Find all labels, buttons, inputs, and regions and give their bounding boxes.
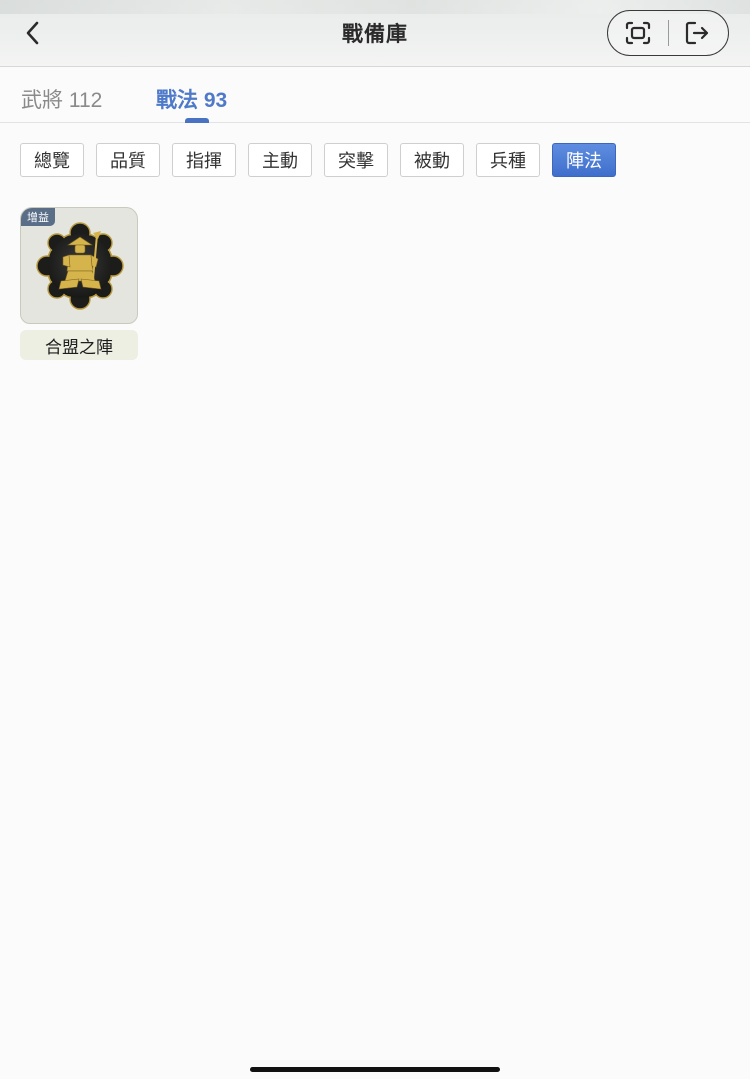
exit-button[interactable] xyxy=(668,11,728,55)
tab-bar: 武將 112 戰法 93 xyxy=(0,67,750,123)
active-tab-indicator xyxy=(185,118,209,123)
tab-generals[interactable]: 武將 112 xyxy=(21,84,102,114)
filter-command[interactable]: 指揮 xyxy=(172,143,236,177)
screenshot-button[interactable] xyxy=(608,11,668,55)
tactic-card-frame: 增益 xyxy=(20,207,138,324)
exit-icon xyxy=(686,21,709,45)
filter-quality[interactable]: 品質 xyxy=(96,143,160,177)
armored-warrior-emblem-icon xyxy=(36,222,124,310)
home-indicator xyxy=(250,1067,500,1072)
filter-troop-type[interactable]: 兵種 xyxy=(476,143,540,177)
filter-formation[interactable]: 陣法 xyxy=(552,143,616,177)
mini-program-capsule xyxy=(607,10,729,56)
tactic-name: 合盟之陣 xyxy=(20,330,138,360)
tab-tactics[interactable]: 戰法 93 xyxy=(156,84,227,114)
filter-assault[interactable]: 突擊 xyxy=(324,143,388,177)
buff-badge: 增益 xyxy=(21,208,55,226)
header-bar: 戰備庫 xyxy=(0,0,750,67)
filter-active[interactable]: 主動 xyxy=(248,143,312,177)
scan-frame-icon xyxy=(625,21,650,45)
filter-passive[interactable]: 被動 xyxy=(400,143,464,177)
filter-overview[interactable]: 總覽 xyxy=(20,143,84,177)
tactic-card[interactable]: 增益 合盟之陣 xyxy=(20,207,138,361)
filter-bar: 總覽 品質 指揮 主動 突擊 被動 兵種 陣法 xyxy=(0,143,750,179)
